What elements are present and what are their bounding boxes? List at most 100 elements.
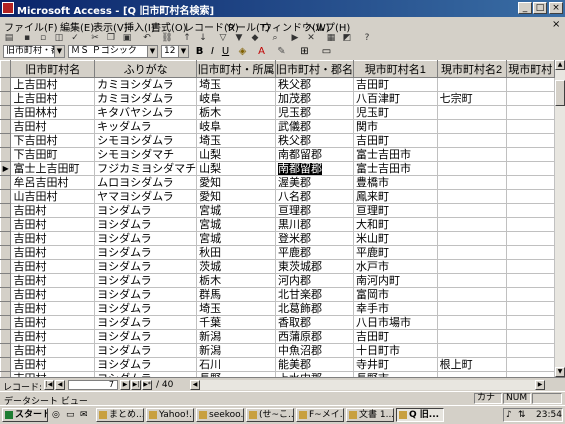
record-selector[interactable] xyxy=(0,357,12,372)
table-row[interactable]: 牟呂吉田村 ムロヨシダムラ 愛知 渥美郡 豊橋市 xyxy=(0,175,555,190)
cell-prefecture[interactable]: 秋田 xyxy=(196,245,276,260)
cell-old-name[interactable]: 牟呂吉田村 xyxy=(10,175,96,190)
delete-record-icon[interactable]: ✕ xyxy=(304,33,318,43)
filter-selection-icon[interactable]: ▽ xyxy=(216,33,230,43)
apply-filter-icon[interactable]: ◆ xyxy=(248,33,262,43)
sort-asc-icon[interactable]: ↑ xyxy=(180,33,194,43)
cell-old-name[interactable]: 吉田村 xyxy=(10,245,96,260)
cell-district[interactable]: 秩父郡 xyxy=(275,133,354,148)
cell-prefecture[interactable]: 岐阜 xyxy=(196,119,276,134)
record-selector[interactable] xyxy=(0,189,12,204)
cell-current-name-3[interactable] xyxy=(505,147,555,162)
last-record-button[interactable]: ▶| xyxy=(131,380,141,390)
cell-current-name-2[interactable] xyxy=(436,147,507,162)
special-effect-icon[interactable]: ▭ xyxy=(320,46,333,58)
cell-current-name-3[interactable] xyxy=(505,245,555,260)
menu-format[interactable]: 書式(O) xyxy=(151,19,187,34)
cell-prefecture[interactable]: 宮城 xyxy=(196,231,276,246)
quick-launch-desktop-icon[interactable]: ▭ xyxy=(66,409,78,421)
cell-current-name-2[interactable] xyxy=(436,245,507,260)
cell-current-name-3[interactable] xyxy=(505,217,555,232)
cell-old-name[interactable]: 吉田村 xyxy=(10,119,96,134)
table-row[interactable]: 吉田村 ヨシダムラ 宮城 登米郡 米山町 xyxy=(0,231,555,246)
cell-prefecture[interactable]: 山梨 xyxy=(196,161,276,176)
cell-furigana[interactable]: ヨシダムラ xyxy=(94,245,198,260)
table-row[interactable]: 吉田村 ヨシダムラ 秋田 平鹿郡 平鹿町 xyxy=(0,245,555,260)
cut-icon[interactable]: ✂ xyxy=(88,33,102,43)
cell-current-name-3[interactable] xyxy=(505,259,555,274)
cell-current-name-1[interactable]: 吉田町 xyxy=(353,77,438,92)
taskbar-window-button[interactable]: Q 旧... xyxy=(396,408,444,422)
cell-old-name[interactable]: 吉田村 xyxy=(10,329,96,344)
cell-furigana[interactable]: ヨシダムラ xyxy=(94,357,198,372)
cell-district[interactable]: 香取郡 xyxy=(275,315,354,330)
record-selector[interactable] xyxy=(0,147,12,162)
menu-help[interactable]: ヘルプ(H) xyxy=(305,19,350,34)
undo-icon[interactable]: ↶ xyxy=(140,33,154,43)
cell-furigana[interactable]: フジカミヨシダマチ xyxy=(94,161,198,176)
cell-old-name[interactable]: 上吉田村 xyxy=(10,91,96,106)
table-row[interactable]: 吉田村 ヨシダムラ 千葉 香取郡 八日市場市 xyxy=(0,315,555,330)
cell-old-name[interactable]: 山吉田村 xyxy=(10,189,96,204)
paste-icon[interactable]: ▣ xyxy=(120,33,134,43)
cell-district[interactable]: 北葛飾郡 xyxy=(275,301,354,316)
cell-district[interactable]: 南都留郡 xyxy=(275,161,354,176)
font-size-combo[interactable]: 12 ▼ xyxy=(161,45,189,58)
cell-old-name[interactable]: 吉田村 xyxy=(10,203,96,218)
cell-prefecture[interactable]: 群馬 xyxy=(196,287,276,302)
font-color-icon[interactable]: A xyxy=(255,46,268,58)
cell-current-name-3[interactable] xyxy=(505,273,555,288)
cell-current-name-3[interactable] xyxy=(505,357,555,372)
cell-current-name-1[interactable]: 亘理町 xyxy=(353,203,438,218)
cell-furigana[interactable]: キッダムラ xyxy=(94,119,198,134)
taskbar-window-button[interactable]: まとめ... xyxy=(96,408,144,422)
cell-prefecture[interactable]: 埼玉 xyxy=(196,77,276,92)
cell-current-name-2[interactable] xyxy=(436,203,507,218)
cell-district[interactable]: 秩父郡 xyxy=(275,77,354,92)
new-object-icon[interactable]: ◩ xyxy=(340,33,354,43)
record-selector[interactable] xyxy=(0,119,12,134)
cell-current-name-2[interactable] xyxy=(436,77,507,92)
scroll-left-icon[interactable]: ◀ xyxy=(190,380,200,390)
record-selector[interactable] xyxy=(0,329,12,344)
cell-current-name-1[interactable]: 南河内町 xyxy=(353,273,438,288)
find-icon[interactable]: ⌕ xyxy=(268,33,282,43)
cell-furigana[interactable]: ヨシダムラ xyxy=(94,259,198,274)
cell-old-name[interactable]: 吉田村 xyxy=(10,301,96,316)
cell-district[interactable]: 渥美郡 xyxy=(275,175,354,190)
cell-furigana[interactable]: キタバヤシムラ xyxy=(94,105,198,120)
cell-current-name-1[interactable]: 大和町 xyxy=(353,217,438,232)
gridlines-icon[interactable]: ⊞ xyxy=(298,46,311,58)
cell-current-name-3[interactable] xyxy=(505,343,555,358)
table-row[interactable]: 下吉田町 シモヨシダマチ 山梨 南都留郡 富士吉田市 xyxy=(0,147,555,162)
cell-furigana[interactable]: ヨシダムラ xyxy=(94,273,198,288)
cell-furigana[interactable]: ヨシダムラ xyxy=(94,329,198,344)
cell-district[interactable]: 登米郡 xyxy=(275,231,354,246)
cell-current-name-1[interactable]: 吉田町 xyxy=(353,329,438,344)
cell-current-name-2[interactable] xyxy=(436,175,507,190)
hyperlink-icon[interactable]: ⛓ xyxy=(160,33,174,43)
new-record-button[interactable]: ▶* xyxy=(142,380,152,390)
table-row[interactable]: 吉田村 ヨシダムラ 新潟 西蒲原郡 吉田町 xyxy=(0,329,555,344)
table-row[interactable]: 吉田村 キッダムラ 岐阜 武儀郡 関市 xyxy=(0,119,555,134)
save-icon[interactable]: ▪ xyxy=(20,33,34,43)
cell-current-name-2[interactable] xyxy=(436,119,507,134)
cell-district[interactable]: 八名郡 xyxy=(275,189,354,204)
horizontal-scrollbar[interactable]: ◀ ▶ xyxy=(190,380,545,390)
minimize-button[interactable]: _ xyxy=(518,2,532,14)
record-selector[interactable]: ▶ xyxy=(0,161,12,176)
cell-prefecture[interactable]: 岐阜 xyxy=(196,91,276,106)
taskbar-window-button[interactable]: (せ~こ... xyxy=(246,408,294,422)
volume-icon[interactable]: ♪ xyxy=(506,410,512,420)
vertical-scrollbar[interactable]: ▲ ▼ xyxy=(555,60,565,377)
table-row[interactable]: 上吉田村 カミヨシダムラ 岐阜 加茂郡 八百津町 七宗町 xyxy=(0,91,555,106)
cell-current-name-1[interactable]: 富士吉田市 xyxy=(353,147,438,162)
cell-current-name-3[interactable] xyxy=(505,175,555,190)
underline-button[interactable]: U xyxy=(219,46,232,58)
cell-furigana[interactable]: シモヨシダマチ xyxy=(94,147,198,162)
chevron-down-icon[interactable]: ▼ xyxy=(54,46,64,57)
cell-current-name-3[interactable] xyxy=(505,161,555,176)
cell-prefecture[interactable]: 茨城 xyxy=(196,259,276,274)
chevron-down-icon[interactable]: ▼ xyxy=(178,46,188,57)
menu-edit[interactable]: 編集(E) xyxy=(60,19,94,34)
